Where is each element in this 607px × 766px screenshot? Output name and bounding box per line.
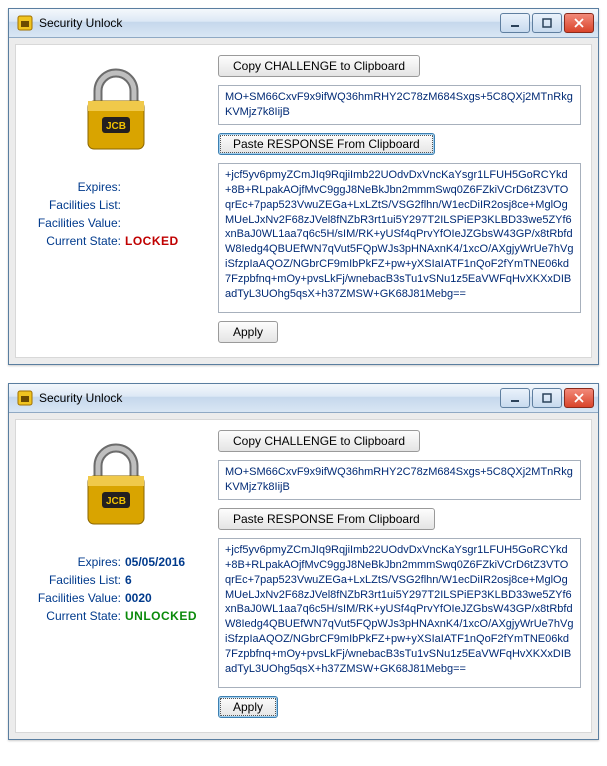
minimize-button[interactable] — [500, 388, 530, 408]
window-security-unlock: Security Unlock JCB Expires: Faci — [8, 8, 599, 365]
svg-text:JCB: JCB — [106, 121, 126, 132]
window-security-unlock: Security Unlock JCB Expires: 05/05/2016 — [8, 383, 599, 740]
app-icon — [17, 390, 33, 406]
titlebar[interactable]: Security Unlock — [9, 384, 598, 413]
window-title: Security Unlock — [39, 16, 122, 30]
maximize-button[interactable] — [532, 13, 562, 33]
response-textbox[interactable]: +jcf5yv6pmyZCmJIq9RqjiImb22UOdvDxVncKaYs… — [218, 538, 581, 688]
current-state-label: Current State: — [26, 234, 121, 248]
current-state-value: UNLOCKED — [125, 609, 197, 623]
right-pane: Copy CHALLENGE to Clipboard MO+SM66CxvF9… — [206, 430, 581, 718]
left-pane: JCB Expires: 05/05/2016 Facilities List: 6… — [26, 430, 206, 718]
titlebar[interactable]: Security Unlock — [9, 9, 598, 38]
app-icon — [17, 15, 33, 31]
window-title: Security Unlock — [39, 391, 122, 405]
facilities-list-value: 6 — [125, 573, 132, 587]
facilities-list-label: Facilities List: — [26, 198, 121, 212]
svg-text:JCB: JCB — [106, 496, 126, 507]
window-controls — [500, 388, 594, 408]
right-pane: Copy CHALLENGE to Clipboard MO+SM66CxvF9… — [206, 55, 581, 343]
close-button[interactable] — [564, 13, 594, 33]
window-controls — [500, 13, 594, 33]
current-state-value: LOCKED — [125, 234, 179, 248]
apply-button[interactable]: Apply — [218, 696, 278, 718]
facilities-list-label: Facilities List: — [26, 573, 121, 587]
padlock-icon: JCB — [80, 440, 152, 533]
info-table: Expires: 05/05/2016 Facilities List: 6 Fac… — [26, 551, 206, 627]
expires-label: Expires: — [26, 180, 121, 194]
maximize-button[interactable] — [532, 388, 562, 408]
expires-label: Expires: — [26, 555, 121, 569]
facilities-value-label: Facilities Value: — [26, 216, 121, 230]
client-area: JCB Expires: Facilities List: Facilities… — [15, 44, 592, 358]
current-state-label: Current State: — [26, 609, 121, 623]
info-table: Expires: Facilities List: Facilities Val… — [26, 176, 206, 252]
client-area: JCB Expires: 05/05/2016 Facilities List: 6… — [15, 419, 592, 733]
challenge-textbox[interactable]: MO+SM66CxvF9x9ifWQ36hmRHY2C78zM684Sxgs+5… — [218, 85, 581, 125]
expires-value: 05/05/2016 — [125, 555, 185, 569]
apply-button[interactable]: Apply — [218, 321, 278, 343]
left-pane: JCB Expires: Facilities List: Facilities… — [26, 55, 206, 343]
close-button[interactable] — [564, 388, 594, 408]
padlock-icon: JCB — [80, 65, 152, 158]
copy-challenge-button[interactable]: Copy CHALLENGE to Clipboard — [218, 430, 420, 452]
facilities-value-label: Facilities Value: — [26, 591, 121, 605]
minimize-button[interactable] — [500, 13, 530, 33]
paste-response-button[interactable]: Paste RESPONSE From Clipboard — [218, 133, 435, 155]
paste-response-button[interactable]: Paste RESPONSE From Clipboard — [218, 508, 435, 530]
facilities-value-value: 0020 — [125, 591, 152, 605]
challenge-textbox[interactable]: MO+SM66CxvF9x9ifWQ36hmRHY2C78zM684Sxgs+5… — [218, 460, 581, 500]
copy-challenge-button[interactable]: Copy CHALLENGE to Clipboard — [218, 55, 420, 77]
response-textbox[interactable]: +jcf5yv6pmyZCmJIq9RqjiImb22UOdvDxVncKaYs… — [218, 163, 581, 313]
